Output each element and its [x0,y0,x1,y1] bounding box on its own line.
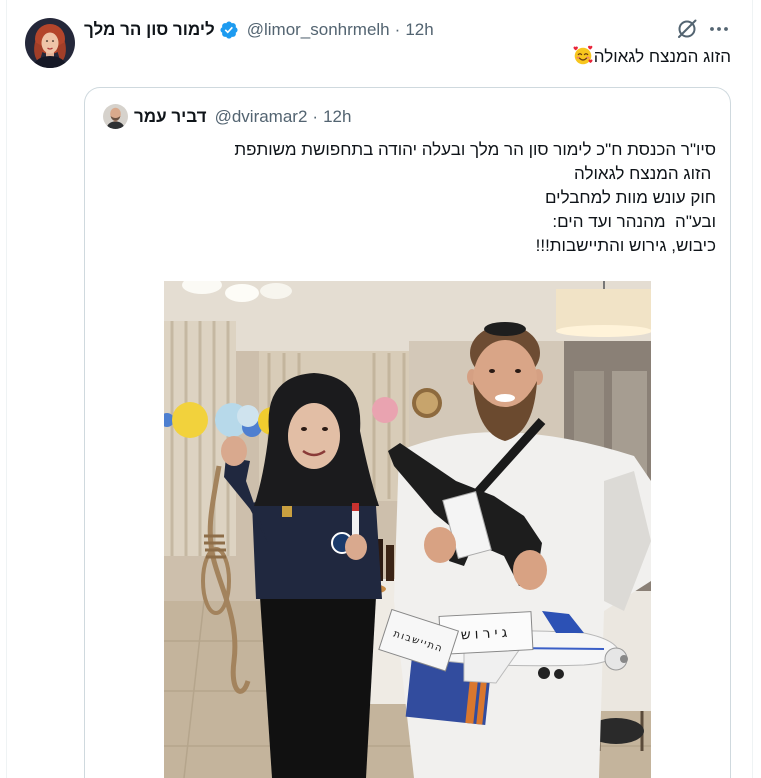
wall-clock [412,388,442,418]
separator-dot: · [394,20,401,39]
quoted-tweet-header: דביר עמר @dviramar2 · 12h [134,105,351,129]
tweet-text-content: הזוג המנצח לגאולה [593,47,731,66]
quoted-text-line: ובע"ה מהנהר ועד הים: [552,212,716,231]
tweet-page: לימור סון הר מלך @limor_sonhrmelh · 12h … [0,0,761,778]
author-handle[interactable]: @limor_sonhrmelh [247,18,390,42]
quoted-tweet-text: סיו"ר הכנסת ח"כ לימור סון הר מלך ובעלה י… [96,138,716,258]
quoted-text-line: כיבוש, גירוש והתיישבות!!! [535,236,716,255]
tweet-time[interactable]: 12h [405,18,433,42]
quoted-author-handle: @dviramar2 [214,107,308,126]
quoted-tweet-time: 12h [323,107,352,126]
quoted-tweet-photo[interactable]: גירוש התיישבות [164,281,651,778]
smiling-face-with-hearts-emoji [573,45,593,65]
grok-icon[interactable] [676,18,698,40]
quoted-text-line: סיו"ר הכנסת ח"כ לימור סון הר מלך ובעלה י… [234,140,716,159]
tweet-text: הזוג המנצח לגאולה [84,45,731,69]
quoted-author-avatar [103,104,128,129]
quoted-tweet[interactable]: דביר עמר @dviramar2 · 12h סיו"ר הכנסת ח"… [84,87,731,778]
verified-badge-icon[interactable] [219,20,239,40]
more-icon[interactable] [708,18,730,40]
quoted-text-line: הזוג המנצח לגאולה [574,164,716,183]
tweet-header: לימור סון הר מלך @limor_sonhrmelh · 12h [84,18,434,42]
author-name[interactable]: לימור סון הר מלך [84,18,215,42]
author-avatar[interactable] [25,18,75,68]
separator-dot: · [312,107,319,126]
quoted-text-line: חוק עונש מוות למחבלים [544,188,716,207]
sign-deportation-text: גירוש [460,625,511,644]
quoted-author-name: דביר עמר [134,107,207,126]
ceiling-lamp-right [556,281,651,337]
